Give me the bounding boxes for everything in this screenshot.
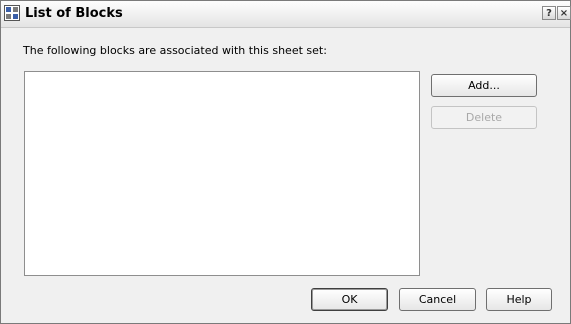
help-glyph: ? bbox=[546, 8, 552, 19]
help-button[interactable]: Help bbox=[486, 288, 552, 311]
delete-button-label: Delete bbox=[465, 111, 503, 124]
blocks-list[interactable] bbox=[24, 71, 420, 276]
title-bar: List of Blocks ? × bbox=[1, 1, 571, 28]
cancel-button[interactable]: Cancel bbox=[399, 288, 476, 311]
sheet-set-icon bbox=[4, 5, 20, 21]
help-icon[interactable]: ? bbox=[542, 6, 556, 20]
cancel-button-label: Cancel bbox=[418, 293, 457, 306]
ok-button[interactable]: OK bbox=[311, 288, 388, 311]
dialog-window: List of Blocks ? × The following blocks … bbox=[0, 0, 571, 324]
close-glyph: × bbox=[559, 8, 569, 19]
add-button-label: Add... bbox=[468, 79, 500, 92]
close-icon[interactable]: × bbox=[557, 6, 571, 20]
blocks-prompt-label: The following blocks are associated with… bbox=[23, 44, 327, 57]
delete-button: Delete bbox=[431, 106, 537, 129]
help-button-label: Help bbox=[506, 293, 532, 306]
add-button[interactable]: Add... bbox=[431, 74, 537, 97]
ok-button-label: OK bbox=[341, 293, 358, 306]
window-title: List of Blocks bbox=[25, 6, 123, 21]
